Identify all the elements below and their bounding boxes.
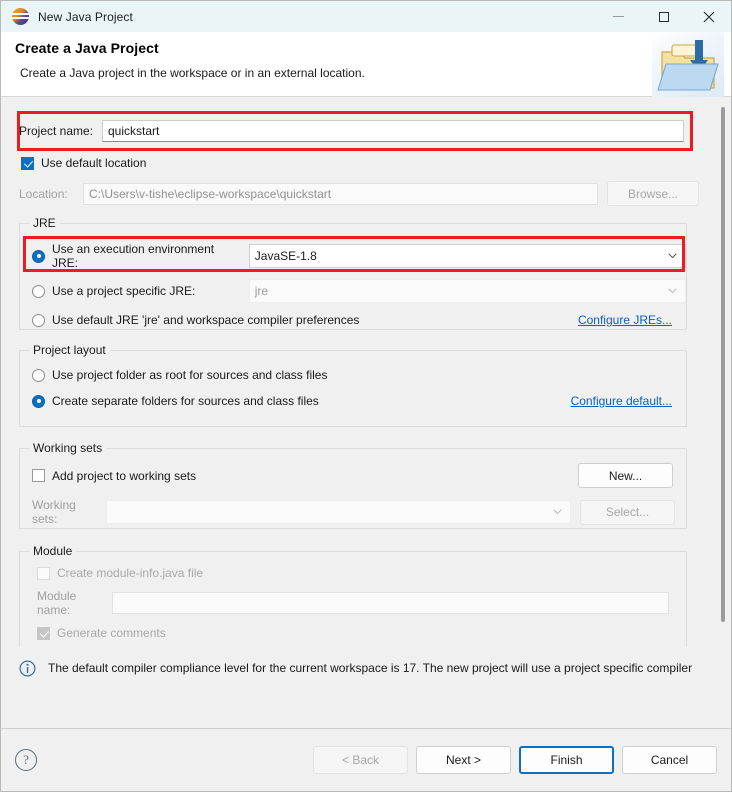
jre-execution-env-radio[interactable] xyxy=(32,249,45,263)
layout-root-row[interactable]: Use project folder as root for sources a… xyxy=(32,368,686,382)
project-layout-group-label: Project layout xyxy=(29,343,110,357)
vertical-scrollbar[interactable] xyxy=(717,99,729,645)
use-default-location-checkbox[interactable] xyxy=(21,156,34,170)
settings-pane: Project name: quickstart Use default loc… xyxy=(1,97,705,647)
maximize-icon xyxy=(658,11,669,22)
info-icon xyxy=(19,659,36,677)
status-bar: The default compiler compliance level fo… xyxy=(1,647,731,689)
chevron-down-icon xyxy=(668,288,677,294)
eclipse-logo-icon xyxy=(12,8,29,25)
generate-comments-row[interactable]: Generate comments xyxy=(37,626,686,640)
select-working-set-button[interactable]: Select... xyxy=(580,499,675,525)
jre-default-radio[interactable] xyxy=(32,313,45,327)
dialog-banner: Create a Java Project Create a Java proj… xyxy=(1,32,731,97)
use-default-location-label: Use default location xyxy=(41,156,147,170)
jre-execution-env-label: Use an execution environment JRE: xyxy=(52,242,215,270)
close-icon xyxy=(703,11,714,22)
chevron-down-icon xyxy=(553,509,562,515)
create-module-info-row[interactable]: Create module-info.java file xyxy=(37,566,686,580)
page-title: Create a Java Project xyxy=(15,40,159,56)
create-module-info-checkbox[interactable] xyxy=(37,566,50,580)
project-name-label: Project name: xyxy=(19,124,94,138)
add-to-working-sets-row[interactable]: Add project to working sets New... xyxy=(32,463,686,488)
window-controls xyxy=(596,1,731,32)
configure-default-link[interactable]: Configure default... xyxy=(571,394,672,408)
window-title: New Java Project xyxy=(38,9,133,24)
working-sets-label: Working sets: xyxy=(32,498,76,526)
help-icon[interactable]: ? xyxy=(15,749,37,771)
jre-execution-env-row[interactable]: Use an execution environment JRE: JavaSE… xyxy=(32,242,686,270)
folder-import-icon xyxy=(652,32,724,97)
jre-default-row[interactable]: Use default JRE 'jre' and workspace comp… xyxy=(32,313,686,327)
use-default-location-row[interactable]: Use default location xyxy=(21,156,705,170)
working-sets-group-label: Working sets xyxy=(29,441,107,455)
layout-separate-radio[interactable] xyxy=(32,394,45,408)
module-group-label: Module xyxy=(29,544,77,558)
add-to-working-sets-checkbox[interactable] xyxy=(32,469,45,482)
chevron-down-icon xyxy=(668,253,677,259)
working-sets-group: Working sets Add project to working sets… xyxy=(19,441,687,529)
generate-comments-label: Generate comments xyxy=(57,626,166,640)
cancel-button[interactable]: Cancel xyxy=(622,746,717,774)
layout-separate-row[interactable]: Create separate folders for sources and … xyxy=(32,394,686,408)
configure-jres-link[interactable]: Configure JREs... xyxy=(578,313,672,327)
project-specific-jre-combo[interactable]: jre xyxy=(248,279,686,303)
minimize-icon xyxy=(613,16,624,17)
jre-group-label: JRE xyxy=(29,216,60,230)
working-sets-combo[interactable] xyxy=(106,500,571,524)
layout-root-radio[interactable] xyxy=(32,368,45,382)
footer-divider xyxy=(1,689,731,729)
scrollbar-thumb[interactable] xyxy=(721,107,725,622)
jre-project-specific-label: Use a project specific JRE: xyxy=(52,284,196,298)
project-name-row: Project name: quickstart xyxy=(19,120,705,142)
module-group: Module Create module-info.java file Modu… xyxy=(19,544,687,647)
dialog-button-bar: ? < Back Next > Finish Cancel xyxy=(1,729,731,791)
wizard-buttons: < Back Next > Finish Cancel xyxy=(313,746,717,774)
browse-button[interactable]: Browse... xyxy=(607,181,699,206)
close-button[interactable] xyxy=(686,1,731,32)
page-description: Create a Java project in the workspace o… xyxy=(20,66,365,80)
working-sets-row: Working sets: Select... xyxy=(32,498,686,526)
jre-project-specific-radio[interactable] xyxy=(32,284,45,298)
layout-separate-label: Create separate folders for sources and … xyxy=(52,394,319,408)
finish-button[interactable]: Finish xyxy=(519,746,614,774)
jre-project-specific-row[interactable]: Use a project specific JRE: jre xyxy=(32,279,686,303)
back-button[interactable]: < Back xyxy=(313,746,408,774)
jre-group: JRE Use an execution environment JRE: Ja… xyxy=(19,216,687,330)
project-specific-jre-value: jre xyxy=(254,284,269,298)
next-button[interactable]: Next > xyxy=(416,746,511,774)
location-label: Location: xyxy=(19,186,68,201)
jre-default-label: Use default JRE 'jre' and workspace comp… xyxy=(52,313,360,327)
maximize-button[interactable] xyxy=(641,1,686,32)
module-name-label: Module name: xyxy=(37,589,77,617)
location-input[interactable]: C:\Users\v-tishe\eclipse-workspace\quick… xyxy=(83,182,598,205)
add-to-working-sets-label: Add project to working sets xyxy=(52,468,197,483)
status-message: The default compiler compliance level fo… xyxy=(48,661,693,675)
dialog-content: Project name: quickstart Use default loc… xyxy=(1,97,731,647)
execution-env-value: JavaSE-1.8 xyxy=(254,249,317,263)
layout-root-label: Use project folder as root for sources a… xyxy=(52,368,328,382)
execution-env-combo[interactable]: JavaSE-1.8 xyxy=(248,244,686,268)
new-working-set-button[interactable]: New... xyxy=(578,463,673,488)
module-name-input[interactable] xyxy=(112,592,669,614)
module-name-row: Module name: xyxy=(37,589,686,617)
project-layout-group: Project layout Use project folder as roo… xyxy=(19,343,687,427)
new-java-project-dialog: New Java Project Create a Java Project C… xyxy=(0,0,732,792)
generate-comments-checkbox[interactable] xyxy=(37,626,50,640)
location-row: Location: C:\Users\v-tishe\eclipse-works… xyxy=(19,181,705,206)
project-name-input[interactable]: quickstart xyxy=(102,120,684,142)
create-module-info-label: Create module-info.java file xyxy=(57,566,204,580)
minimize-button[interactable] xyxy=(596,1,641,32)
title-bar: New Java Project xyxy=(1,1,731,32)
